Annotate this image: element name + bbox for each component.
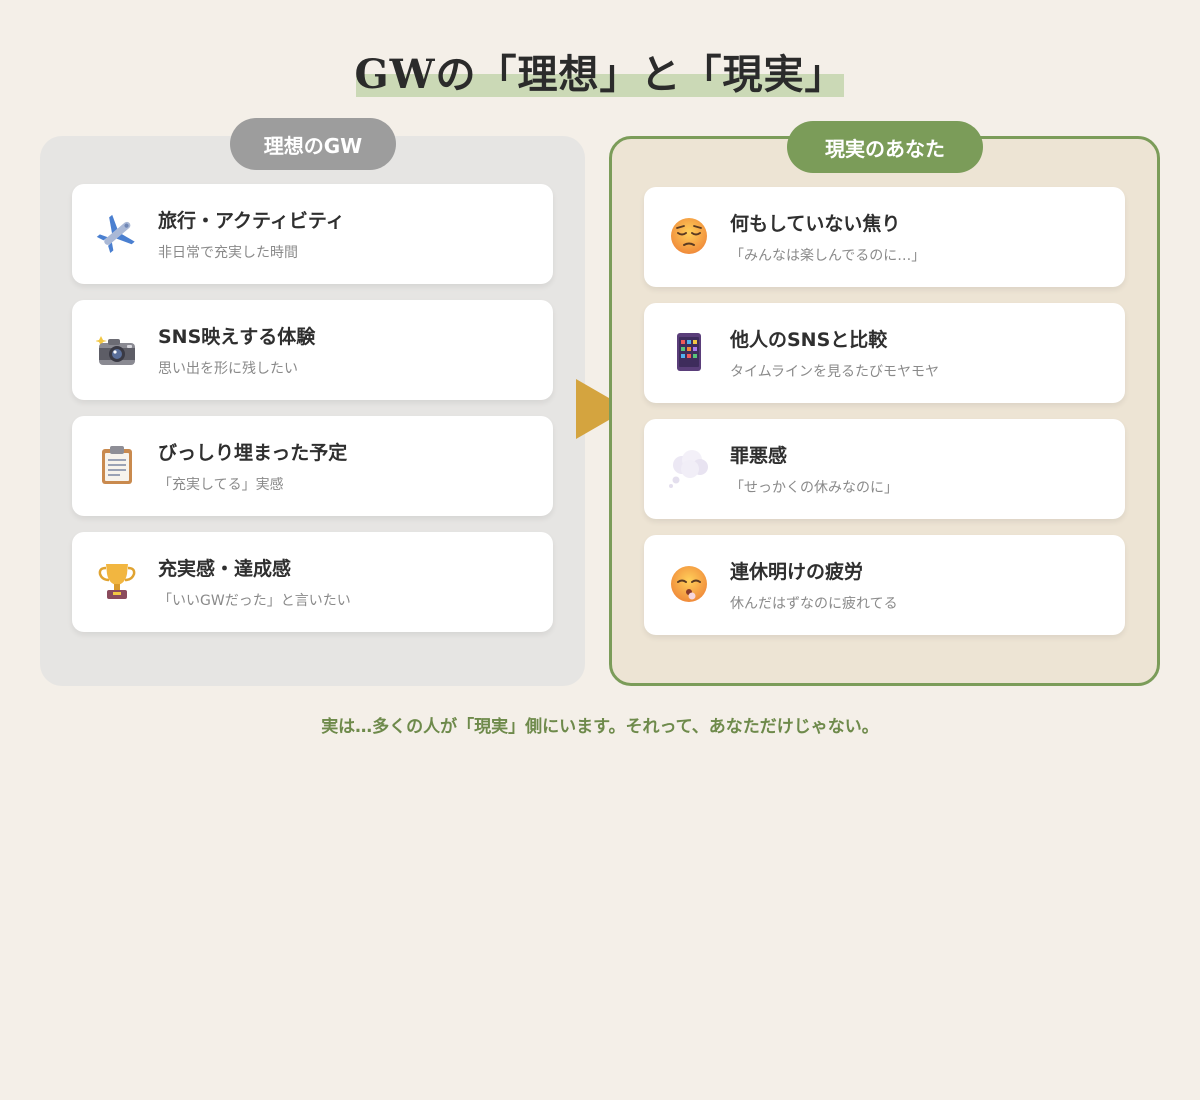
card-title: 旅行・アクティビティ (158, 210, 345, 232)
card-title: びっしり埋まった予定 (158, 442, 348, 464)
card-subtitle: 「みんなは楽しんでるのに…」 (730, 248, 926, 264)
card-title: 罪悪感 (730, 445, 788, 467)
card-title: 充実感・達成感 (158, 558, 292, 580)
thought-balloon-icon (668, 447, 710, 489)
card-title: 連休明けの疲労 (730, 561, 864, 583)
card-subtitle: 「充実してる」実感 (158, 477, 284, 493)
reality-card-anxiety: 何もしていない焦り 「みんなは楽しんでるのに…」 (644, 187, 1125, 287)
smartphone-icon (668, 331, 710, 373)
card-subtitle: 休んだはずなのに疲れてる (730, 596, 898, 612)
trophy-icon (96, 560, 138, 602)
card-subtitle: 「いいGWだった」と言いたい (158, 593, 351, 609)
card-title: 他人のSNSと比較 (730, 329, 888, 351)
pensive-face-icon (668, 215, 710, 257)
card-title: 何もしていない焦り (730, 213, 901, 235)
ideal-card-achievement: 充実感・達成感 「いいGWだった」と言いたい (72, 532, 553, 632)
ideal-card-sns: SNS映えする体験 思い出を形に残したい (72, 300, 553, 400)
sleepy-face-icon (668, 563, 710, 605)
ideal-card-schedule: びっしり埋まった予定 「充実してる」実感 (72, 416, 553, 516)
reality-card-comparison: 他人のSNSと比較 タイムラインを見るたびモヤモヤ (644, 303, 1125, 403)
card-subtitle: タイムラインを見るたびモヤモヤ (730, 364, 940, 380)
camera-flash-icon (95, 328, 138, 370)
card-title: SNS映えする体験 (158, 326, 316, 348)
card-subtitle: 思い出を形に残したい (158, 361, 298, 377)
clipboard-icon (96, 444, 138, 486)
card-subtitle: 「せっかくの休みなのに」 (730, 480, 898, 496)
page-title: GWの「理想」と「現実」 (354, 51, 846, 98)
card-subtitle: 非日常で充実した時間 (158, 245, 298, 261)
reality-card-fatigue: 連休明けの疲労 休んだはずなのに疲れてる (644, 535, 1125, 635)
reality-panel-label: 現実のあなた (787, 121, 983, 173)
reality-card-guilt: 罪悪感 「せっかくの休みなのに」 (644, 419, 1125, 519)
ideal-panel-label: 理想のGW (230, 118, 396, 170)
ideal-card-travel: 旅行・アクティビティ 非日常で充実した時間 (72, 184, 553, 284)
footer-message: 実は…多くの人が「現実」側にいます。それって、あなただけじゃない。 (321, 717, 879, 737)
airplane-icon (96, 212, 138, 254)
